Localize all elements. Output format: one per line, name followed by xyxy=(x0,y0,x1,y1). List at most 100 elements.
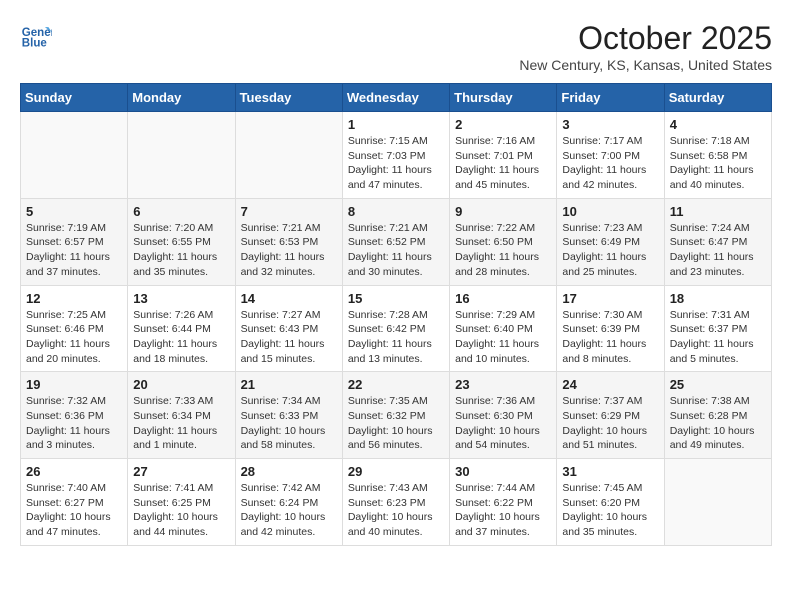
day-number: 27 xyxy=(133,464,229,479)
day-number: 7 xyxy=(241,204,337,219)
calendar-cell: 28 Sunrise: 7:42 AM Sunset: 6:24 PM Dayli… xyxy=(235,459,342,546)
day-info: Sunrise: 7:22 AM Sunset: 6:50 PM Dayligh… xyxy=(455,221,551,280)
day-info: Sunrise: 7:24 AM Sunset: 6:47 PM Dayligh… xyxy=(670,221,766,280)
weekday-header-wednesday: Wednesday xyxy=(342,84,449,112)
day-number: 11 xyxy=(670,204,766,219)
day-info: Sunrise: 7:21 AM Sunset: 6:53 PM Dayligh… xyxy=(241,221,337,280)
day-number: 5 xyxy=(26,204,122,219)
day-info: Sunrise: 7:34 AM Sunset: 6:33 PM Dayligh… xyxy=(241,394,337,453)
calendar-week-row: 26 Sunrise: 7:40 AM Sunset: 6:27 PM Dayli… xyxy=(21,459,772,546)
day-number: 31 xyxy=(562,464,658,479)
calendar-cell: 20 Sunrise: 7:33 AM Sunset: 6:34 PM Dayli… xyxy=(128,372,235,459)
day-info: Sunrise: 7:26 AM Sunset: 6:44 PM Dayligh… xyxy=(133,308,229,367)
day-info: Sunrise: 7:37 AM Sunset: 6:29 PM Dayligh… xyxy=(562,394,658,453)
calendar-cell: 18 Sunrise: 7:31 AM Sunset: 6:37 PM Dayli… xyxy=(664,285,771,372)
day-number: 16 xyxy=(455,291,551,306)
page-header: General Blue October 2025 New Century, K… xyxy=(20,20,772,73)
day-number: 24 xyxy=(562,377,658,392)
calendar-cell: 3Sunrise: 7:17 AM Sunset: 7:00 PM Daylig… xyxy=(557,112,664,199)
calendar-week-row: 5 Sunrise: 7:19 AM Sunset: 6:57 PM Daylig… xyxy=(21,198,772,285)
day-number: 1 xyxy=(348,117,444,132)
calendar-cell: 17 Sunrise: 7:30 AM Sunset: 6:39 PM Dayli… xyxy=(557,285,664,372)
day-info: Sunrise: 7:30 AM Sunset: 6:39 PM Dayligh… xyxy=(562,308,658,367)
day-info: Sunrise: 7:33 AM Sunset: 6:34 PM Dayligh… xyxy=(133,394,229,453)
day-number: 10 xyxy=(562,204,658,219)
day-info: Sunrise: 7:43 AM Sunset: 6:23 PM Dayligh… xyxy=(348,481,444,540)
weekday-header-thursday: Thursday xyxy=(450,84,557,112)
svg-text:Blue: Blue xyxy=(22,38,48,50)
day-info: Sunrise: 7:31 AM Sunset: 6:37 PM Dayligh… xyxy=(670,308,766,367)
day-number: 12 xyxy=(26,291,122,306)
title-block: October 2025 New Century, KS, Kansas, Un… xyxy=(519,20,772,73)
calendar-cell: 31 Sunrise: 7:45 AM Sunset: 6:20 PM Dayli… xyxy=(557,459,664,546)
day-number: 6 xyxy=(133,204,229,219)
day-number: 8 xyxy=(348,204,444,219)
month-title: October 2025 xyxy=(519,20,772,57)
day-info: Sunrise: 7:35 AM Sunset: 6:32 PM Dayligh… xyxy=(348,394,444,453)
day-number: 9 xyxy=(455,204,551,219)
calendar-cell: 16 Sunrise: 7:29 AM Sunset: 6:40 PM Dayli… xyxy=(450,285,557,372)
calendar-cell: 11 Sunrise: 7:24 AM Sunset: 6:47 PM Dayli… xyxy=(664,198,771,285)
day-number: 28 xyxy=(241,464,337,479)
day-info: Sunrise: 7:16 AM Sunset: 7:01 PM Dayligh… xyxy=(455,134,551,193)
day-number: 21 xyxy=(241,377,337,392)
day-info: Sunrise: 7:19 AM Sunset: 6:57 PM Dayligh… xyxy=(26,221,122,280)
calendar-cell: 29 Sunrise: 7:43 AM Sunset: 6:23 PM Dayli… xyxy=(342,459,449,546)
calendar-cell: 19Sunrise: 7:32 AM Sunset: 6:36 PM Dayli… xyxy=(21,372,128,459)
calendar-table: SundayMondayTuesdayWednesdayThursdayFrid… xyxy=(20,83,772,546)
day-number: 4 xyxy=(670,117,766,132)
day-info: Sunrise: 7:40 AM Sunset: 6:27 PM Dayligh… xyxy=(26,481,122,540)
calendar-week-row: 1 Sunrise: 7:15 AM Sunset: 7:03 PM Daylig… xyxy=(21,112,772,199)
logo: General Blue xyxy=(20,20,52,52)
calendar-cell: 10 Sunrise: 7:23 AM Sunset: 6:49 PM Dayli… xyxy=(557,198,664,285)
day-number: 13 xyxy=(133,291,229,306)
day-info: Sunrise: 7:25 AM Sunset: 6:46 PM Dayligh… xyxy=(26,308,122,367)
calendar-cell: 24 Sunrise: 7:37 AM Sunset: 6:29 PM Dayli… xyxy=(557,372,664,459)
weekday-header-sunday: Sunday xyxy=(21,84,128,112)
day-info: Sunrise: 7:42 AM Sunset: 6:24 PM Dayligh… xyxy=(241,481,337,540)
calendar-cell: 5 Sunrise: 7:19 AM Sunset: 6:57 PM Daylig… xyxy=(21,198,128,285)
day-info: Sunrise: 7:41 AM Sunset: 6:25 PM Dayligh… xyxy=(133,481,229,540)
day-number: 29 xyxy=(348,464,444,479)
calendar-cell: 13 Sunrise: 7:26 AM Sunset: 6:44 PM Dayli… xyxy=(128,285,235,372)
day-info: Sunrise: 7:45 AM Sunset: 6:20 PM Dayligh… xyxy=(562,481,658,540)
day-number: 30 xyxy=(455,464,551,479)
day-info: Sunrise: 7:18 AM Sunset: 6:58 PM Dayligh… xyxy=(670,134,766,193)
calendar-cell: 15 Sunrise: 7:28 AM Sunset: 6:42 PM Dayli… xyxy=(342,285,449,372)
day-info: Sunrise: 7:28 AM Sunset: 6:42 PM Dayligh… xyxy=(348,308,444,367)
day-info: Sunrise: 7:23 AM Sunset: 6:49 PM Dayligh… xyxy=(562,221,658,280)
location: New Century, KS, Kansas, United States xyxy=(519,57,772,73)
day-info: Sunrise: 7:32 AM Sunset: 6:36 PM Dayligh… xyxy=(26,394,122,453)
calendar-cell: 25Sunrise: 7:38 AM Sunset: 6:28 PM Dayli… xyxy=(664,372,771,459)
calendar-cell: 22 Sunrise: 7:35 AM Sunset: 6:32 PM Dayli… xyxy=(342,372,449,459)
weekday-header-monday: Monday xyxy=(128,84,235,112)
day-info: Sunrise: 7:29 AM Sunset: 6:40 PM Dayligh… xyxy=(455,308,551,367)
calendar-cell: 1 Sunrise: 7:15 AM Sunset: 7:03 PM Daylig… xyxy=(342,112,449,199)
day-info: Sunrise: 7:36 AM Sunset: 6:30 PM Dayligh… xyxy=(455,394,551,453)
weekday-header-tuesday: Tuesday xyxy=(235,84,342,112)
calendar-cell: 7 Sunrise: 7:21 AM Sunset: 6:53 PM Daylig… xyxy=(235,198,342,285)
day-number: 20 xyxy=(133,377,229,392)
calendar-cell xyxy=(128,112,235,199)
day-info: Sunrise: 7:27 AM Sunset: 6:43 PM Dayligh… xyxy=(241,308,337,367)
day-number: 22 xyxy=(348,377,444,392)
calendar-cell: 4 Sunrise: 7:18 AM Sunset: 6:58 PM Daylig… xyxy=(664,112,771,199)
calendar-cell: 9 Sunrise: 7:22 AM Sunset: 6:50 PM Daylig… xyxy=(450,198,557,285)
day-number: 23 xyxy=(455,377,551,392)
day-number: 26 xyxy=(26,464,122,479)
calendar-cell: 12 Sunrise: 7:25 AM Sunset: 6:46 PM Dayli… xyxy=(21,285,128,372)
day-number: 17 xyxy=(562,291,658,306)
day-number: 18 xyxy=(670,291,766,306)
day-number: 15 xyxy=(348,291,444,306)
weekday-header-row: SundayMondayTuesdayWednesdayThursdayFrid… xyxy=(21,84,772,112)
calendar-cell: 30Sunrise: 7:44 AM Sunset: 6:22 PM Dayli… xyxy=(450,459,557,546)
calendar-cell: 8 Sunrise: 7:21 AM Sunset: 6:52 PM Daylig… xyxy=(342,198,449,285)
calendar-cell: 21 Sunrise: 7:34 AM Sunset: 6:33 PM Dayli… xyxy=(235,372,342,459)
day-number: 14 xyxy=(241,291,337,306)
day-info: Sunrise: 7:21 AM Sunset: 6:52 PM Dayligh… xyxy=(348,221,444,280)
calendar-cell: 26 Sunrise: 7:40 AM Sunset: 6:27 PM Dayli… xyxy=(21,459,128,546)
day-number: 25 xyxy=(670,377,766,392)
calendar-cell xyxy=(235,112,342,199)
day-info: Sunrise: 7:15 AM Sunset: 7:03 PM Dayligh… xyxy=(348,134,444,193)
calendar-cell: 14 Sunrise: 7:27 AM Sunset: 6:43 PM Dayli… xyxy=(235,285,342,372)
